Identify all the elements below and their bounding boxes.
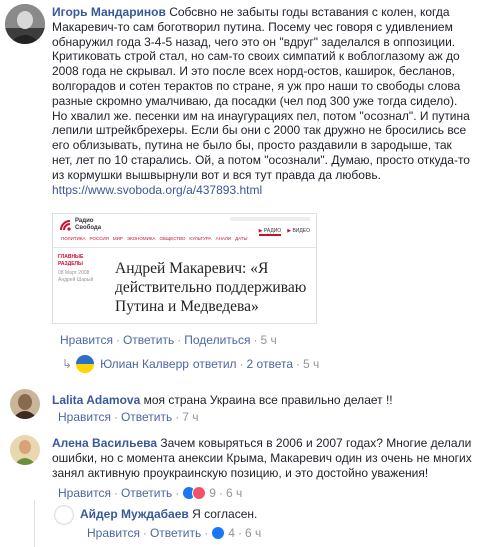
comment-text-line: Собсвно не забыты годы вставания с колен… bbox=[169, 5, 450, 19]
reaction-count: 4 bbox=[228, 526, 235, 540]
like-button[interactable]: Нравится bbox=[87, 526, 140, 540]
preview-sidebar-label: РАЗДЕЛЫ bbox=[58, 261, 83, 267]
comment-text-line: разные скромно умалчиваю, да посадки (че… bbox=[52, 93, 458, 108]
comment-author[interactable]: Игорь Мандаринов bbox=[52, 5, 166, 19]
comment-actions: Нравится · Ответить · 4 · 6 ч bbox=[87, 526, 262, 540]
nested-reply: Айдер Муждабаев Я согласен. Нравится · Отв… bbox=[0, 500, 497, 547]
reply-time: 5 ч bbox=[303, 357, 320, 371]
comment-author[interactable]: Алена Васильева bbox=[52, 436, 157, 450]
comment-text-line: волгорадов и сотен терактов по стране, я… bbox=[52, 78, 461, 93]
preview-sidebar-label: ГЛАВНЫЕ bbox=[58, 254, 84, 260]
comment-actions: Нравится · Ответить · 7 ч bbox=[58, 410, 199, 424]
like-reaction-icon bbox=[211, 526, 226, 540]
comment-text: моя страна Украина все правильно делает … bbox=[143, 393, 393, 407]
comment-text-line: Макаревич-то сам боготворил путина. Посе… bbox=[52, 19, 453, 34]
logo-line-1: Радио bbox=[75, 218, 94, 224]
comment-text-line: Критиковать строй стал, но сам-то своих … bbox=[52, 49, 460, 64]
comment-text-line: Но хвалил же. песенки им на инаугурациях… bbox=[52, 108, 470, 123]
comment-body: Lalita Adamova моя страна Украина все пр… bbox=[52, 393, 492, 408]
reply-button[interactable]: Ответить bbox=[121, 486, 172, 500]
comment-time[interactable]: 5 ч bbox=[261, 333, 277, 347]
user-photo-icon bbox=[5, 4, 45, 44]
comment-text-line: его облизывать, путина не было бы, прост… bbox=[52, 138, 452, 153]
preview-nav-item: АНАЛИ bbox=[215, 236, 232, 241]
reaction-count: 9 bbox=[209, 486, 216, 500]
comment-time[interactable]: 6 ч bbox=[226, 486, 242, 500]
video-label: ▶ ВИДЕО bbox=[287, 228, 310, 234]
avatar[interactable] bbox=[54, 505, 74, 525]
preview-nav-item: РОССИЯ bbox=[89, 236, 109, 241]
comment-text-line: из кормушки вышвырнули вот и вся тут пра… bbox=[52, 167, 381, 182]
preview-nav-item: ДАТЫ bbox=[235, 236, 248, 241]
preview-nav-item: КУЛЬТУРА bbox=[189, 236, 212, 241]
preview-nav-item: ОБЩЕСТВО bbox=[159, 236, 186, 241]
comment-text-line: обнаружил года 3-4-5 назад, чего это он … bbox=[52, 34, 456, 49]
reply-button[interactable]: Ответить bbox=[121, 410, 172, 424]
comment-text: Я согласен. bbox=[192, 507, 258, 521]
reply-button[interactable]: Ответить bbox=[123, 333, 174, 347]
comment-text-line: занял активную проукраинскую позицию, и … bbox=[52, 466, 429, 480]
like-button[interactable]: Нравится bbox=[58, 486, 111, 500]
radio-svoboda-logo: Радио Свобода bbox=[59, 218, 101, 232]
preview-header: Радио Свобода ПОЛИТИКА РОССИЯ МИР ЭКОНОМ… bbox=[53, 214, 316, 248]
preview-author: Андрей Шарый bbox=[58, 277, 94, 283]
comment-text-line: ошибки, но с момента анексии Крыма, Мака… bbox=[52, 451, 472, 465]
share-button[interactable]: Поделиться bbox=[184, 333, 250, 347]
preview-nav-item: ЭКОНОМИКА bbox=[126, 236, 156, 241]
reply-count[interactable]: 2 ответа bbox=[247, 357, 293, 371]
flag-avatar-icon bbox=[76, 355, 95, 373]
love-reaction-icon bbox=[192, 486, 207, 500]
comment-text-line: Зачем ковыряться в 2006 и 2007 годах? Мн… bbox=[160, 436, 472, 450]
avatar[interactable] bbox=[5, 4, 45, 44]
user-photo-icon bbox=[10, 435, 40, 465]
preview-nav: ПОЛИТИКА РОССИЯ МИР ЭКОНОМИКА ОБЩЕСТВО К… bbox=[61, 236, 310, 246]
comment-author[interactable]: Айдер Муждабаев bbox=[80, 507, 189, 521]
logo-mark-icon bbox=[60, 220, 71, 231]
play-icon: ▶ bbox=[287, 228, 292, 234]
comment-text-line: 2008 года не скрывал. И это после всех н… bbox=[52, 64, 456, 79]
comment-body: Алена Васильева Зачем ковыряться в 2006 … bbox=[52, 436, 492, 481]
comment-body: Игорь Мандаринов Собсвно не забыты годы … bbox=[52, 5, 492, 197]
thread-line bbox=[34, 500, 35, 547]
reply-author[interactable]: Юлиан Калверр bbox=[100, 357, 189, 371]
radio-label: ▶ РАДИО bbox=[258, 228, 282, 236]
replies-summary[interactable]: ↳ Юлиан Калверр ответил · 2 ответа · 5 ч bbox=[62, 355, 319, 373]
user-photo-icon bbox=[10, 389, 40, 419]
comment-actions: Нравится · Ответить · Поделиться · 5 ч bbox=[60, 333, 277, 347]
comment-link[interactable]: https://www.svoboda.org/a/437893.html bbox=[52, 183, 262, 197]
user-photo-icon bbox=[56, 507, 72, 523]
preview-top-strip bbox=[230, 217, 310, 221]
reaction-badge[interactable]: 9 bbox=[182, 486, 216, 500]
logo-line-2: Свобода bbox=[75, 225, 102, 231]
preview-sidebar: ГЛАВНЫЕ РАЗДЕЛЫ 08 Март 2008 Андрей Шары… bbox=[58, 254, 98, 284]
link-preview[interactable]: Радио Свобода ПОЛИТИКА РОССИЯ МИР ЭКОНОМ… bbox=[52, 213, 317, 324]
comment-text-line: нет, лет по 10 старались. Ой, а потом "о… bbox=[52, 152, 470, 167]
comment-text-line: лепили штрейкбрехеры. Если бы они с 2000… bbox=[52, 123, 467, 138]
reply-button[interactable]: Ответить bbox=[150, 526, 201, 540]
avatar bbox=[76, 355, 95, 373]
comment-author[interactable]: Lalita Adamova bbox=[52, 393, 140, 407]
comment-body: Айдер Муждабаев Я согласен. bbox=[80, 507, 257, 522]
comment-actions: Нравится · Ответить · 9 · 6 ч bbox=[58, 486, 243, 500]
preview-nav-item: МИР bbox=[112, 236, 123, 241]
reply-arrow-icon: ↳ bbox=[62, 357, 73, 371]
avatar[interactable] bbox=[10, 389, 40, 419]
like-button[interactable]: Нравится bbox=[58, 410, 111, 424]
preview-headline: Андрей Макаревич: «Я действительно подде… bbox=[115, 260, 307, 315]
preview-date: 08 Март 2008 bbox=[58, 270, 90, 276]
play-icon: ▶ bbox=[258, 228, 263, 234]
preview-radio-video: ▶ РАДИО ▶ ВИДЕО bbox=[258, 228, 310, 236]
comment-time[interactable]: 7 ч bbox=[182, 410, 198, 424]
reaction-badge[interactable]: 4 bbox=[211, 526, 235, 540]
like-button[interactable]: Нравится bbox=[60, 333, 113, 347]
reply-verb: ответил bbox=[192, 357, 237, 371]
comment-time[interactable]: 6 ч bbox=[245, 526, 261, 540]
avatar[interactable] bbox=[10, 435, 40, 465]
preview-nav-item: ПОЛИТИКА bbox=[61, 236, 86, 241]
